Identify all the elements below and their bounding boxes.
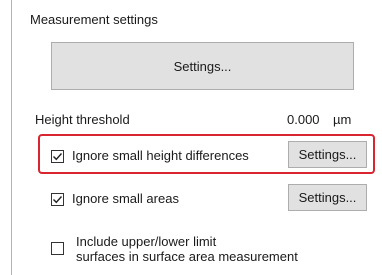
include-limit-surfaces-checkbox[interactable]: [51, 242, 64, 255]
panel-divider: [11, 0, 12, 275]
ignore-small-areas-checkbox[interactable]: [51, 192, 64, 206]
small-areas-settings-button[interactable]: Settings...: [288, 184, 367, 211]
ignore-small-height-differences-checkbox[interactable]: [51, 149, 64, 163]
height-threshold-unit: µm: [333, 112, 352, 127]
measurement-settings-button[interactable]: Settings...: [51, 42, 354, 90]
height-threshold-label: Height threshold: [35, 112, 130, 127]
include-limit-surfaces-label-line1: Include upper/lower limit: [76, 234, 217, 249]
include-limit-surfaces-label-line2: surfaces in surface area measurement: [76, 249, 298, 264]
ignore-small-areas-option[interactable]: Ignore small areas: [51, 191, 179, 207]
measurement-settings-panel: Measurement settings Settings... Height …: [0, 0, 382, 275]
check-icon: [53, 152, 63, 160]
include-limit-surfaces-option[interactable]: Include upper/lower limit surfaces in su…: [51, 234, 298, 264]
ignore-small-areas-label: Ignore small areas: [72, 191, 179, 206]
ignore-small-height-differences-option[interactable]: Ignore small height differences: [51, 148, 249, 164]
check-icon: [53, 195, 63, 203]
height-differences-settings-button[interactable]: Settings...: [288, 141, 367, 168]
section-title: Measurement settings: [30, 12, 158, 27]
ignore-small-height-differences-label: Ignore small height differences: [72, 148, 249, 163]
height-threshold-value: 0.000: [287, 112, 320, 127]
